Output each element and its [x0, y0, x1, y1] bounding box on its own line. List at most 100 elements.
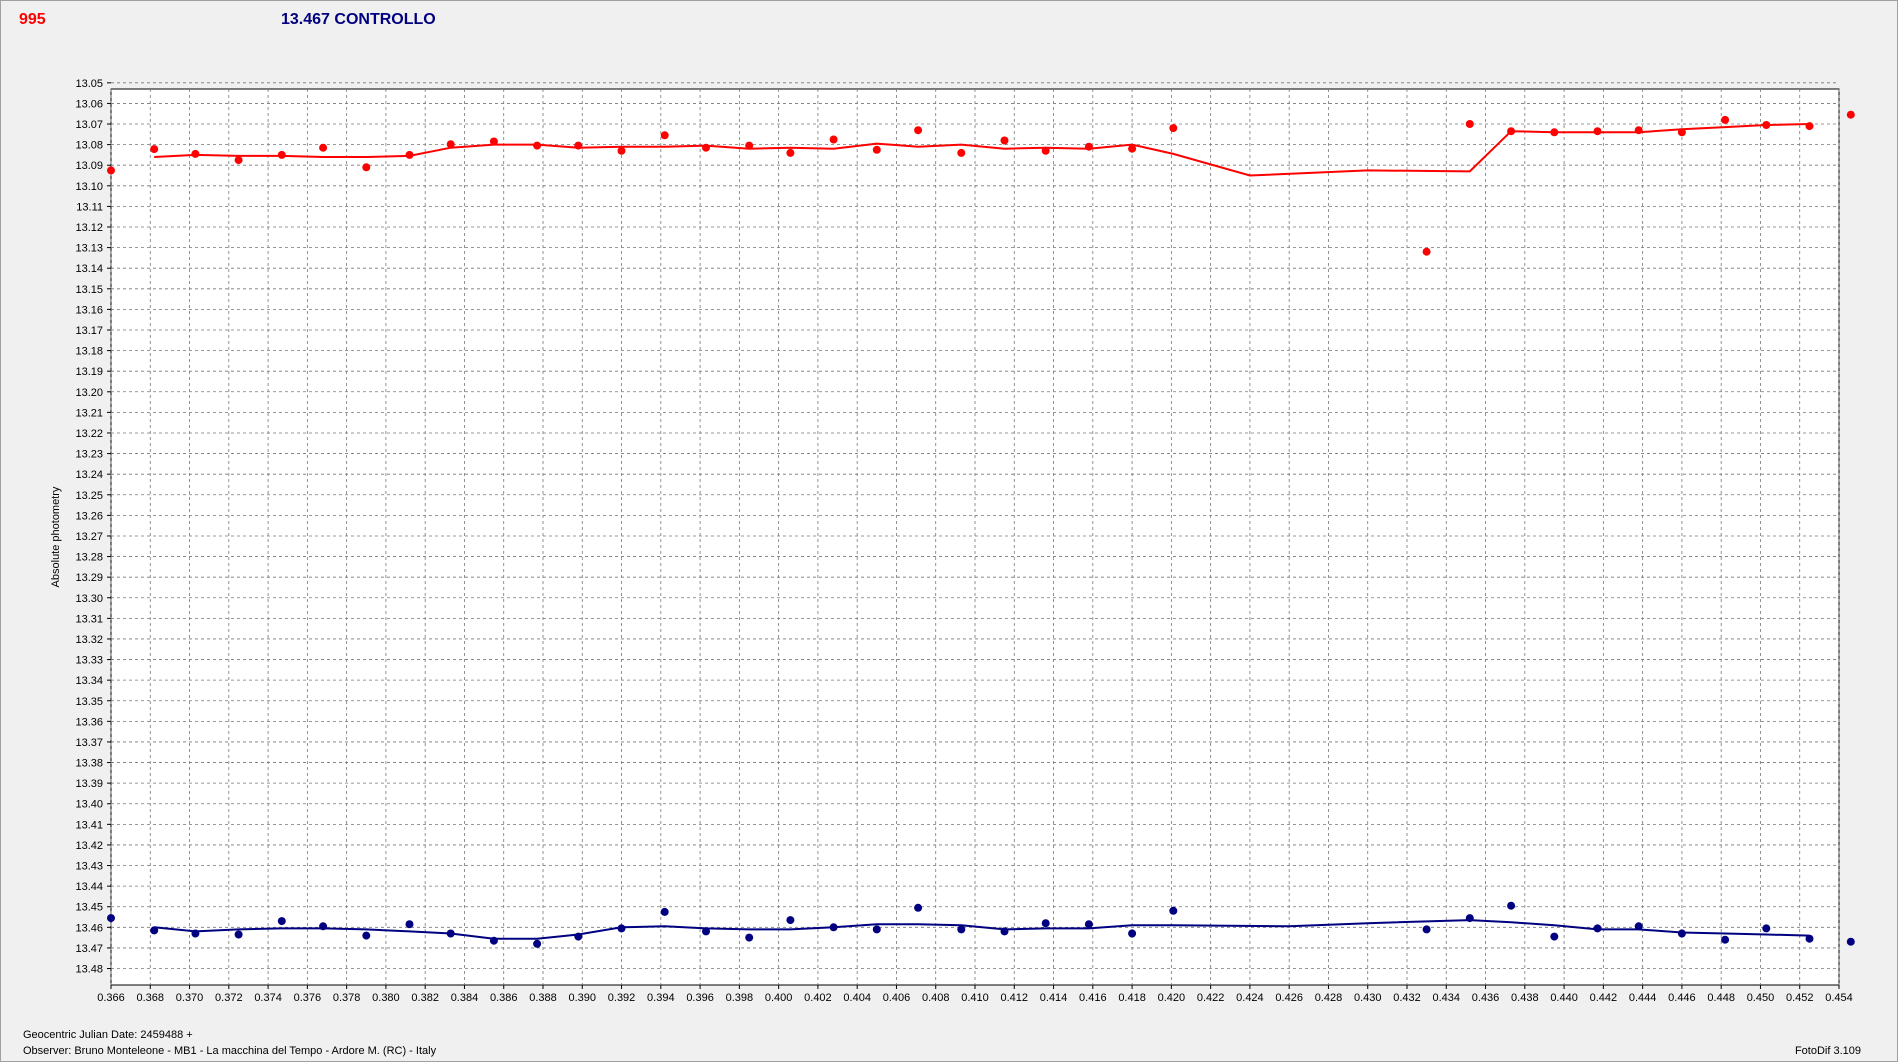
comparison-data-point — [1465, 914, 1474, 923]
comparison-data-point — [1846, 937, 1855, 946]
x-tick-label: 0.446 — [1668, 992, 1696, 1004]
y-tick-label: 13.37 — [75, 737, 103, 749]
comparison-data-point — [1422, 925, 1431, 934]
target-data-point — [150, 145, 159, 154]
target-data-point — [1422, 247, 1431, 256]
y-tick-label: 13.43 — [75, 861, 103, 873]
comparison-data-point — [191, 929, 200, 938]
x-tick-label: 0.366 — [97, 992, 125, 1004]
comparison-data-point — [957, 925, 966, 934]
target-data-point — [1677, 128, 1686, 137]
comparison-data-point — [1634, 922, 1643, 931]
target-data-point — [1507, 127, 1516, 136]
x-tick-label: 0.402 — [804, 992, 832, 1004]
y-tick-label: 13.15 — [75, 284, 103, 296]
comparison-data-point — [446, 929, 455, 938]
y-tick-label: 13.27 — [75, 531, 103, 543]
x-tick-label: 0.410 — [961, 992, 989, 1004]
x-tick-label: 0.454 — [1825, 992, 1853, 1004]
target-data-point — [1634, 126, 1643, 135]
y-tick-label: 13.42 — [75, 840, 103, 852]
comparison-data-point — [1084, 920, 1093, 929]
comparison-data-point — [786, 916, 795, 925]
y-tick-label: 13.29 — [75, 572, 103, 584]
y-tick-label: 13.23 — [75, 449, 103, 461]
x-tick-label: 0.426 — [1275, 992, 1303, 1004]
target-data-point — [1084, 142, 1093, 151]
x-tick-label: 0.406 — [883, 992, 911, 1004]
y-tick-label: 13.11 — [76, 201, 103, 213]
y-tick-label: 13.05 — [75, 78, 103, 90]
target-data-point — [489, 137, 498, 146]
target-data-point — [1000, 136, 1009, 145]
y-tick-label: 13.46 — [75, 922, 103, 934]
x-tick-label: 0.372 — [215, 992, 243, 1004]
x-tick-label: 0.420 — [1158, 992, 1186, 1004]
x-tick-label: 0.404 — [843, 992, 871, 1004]
target-data-point — [1128, 144, 1137, 153]
x-tick-label: 0.388 — [529, 992, 557, 1004]
x-tick-label: 0.430 — [1354, 992, 1382, 1004]
x-tick-label: 0.432 — [1393, 992, 1421, 1004]
x-tick-label: 0.376 — [294, 992, 322, 1004]
y-tick-label: 13.25 — [75, 490, 103, 502]
target-data-point — [1762, 121, 1771, 129]
x-tick-label: 0.448 — [1707, 992, 1735, 1004]
x-tick-label: 0.412 — [1001, 992, 1029, 1004]
x-tick-label: 0.408 — [922, 992, 950, 1004]
y-tick-label: 13.38 — [75, 758, 103, 770]
y-tick-label: 13.18 — [75, 346, 103, 358]
y-tick-label: 13.21 — [75, 407, 103, 419]
y-tick-label: 13.36 — [75, 716, 103, 728]
x-tick-label: 0.390 — [569, 992, 597, 1004]
y-tick-label: 13.06 — [75, 98, 103, 110]
target-data-point — [872, 145, 881, 154]
software-version-label: FotoDif 3.109 — [1794, 1045, 1861, 1057]
x-axis-ticks: 0.366 0.368 0.370 0.372 0.374 0.376 0.378 0.380… — [97, 985, 1853, 1004]
target-data-point — [362, 163, 371, 172]
target-data-point — [1041, 146, 1050, 155]
x-tick-label: 0.384 — [451, 992, 479, 1004]
observer-label: Observer: Bruno Monteleone - MB1 - La ma… — [23, 1045, 437, 1057]
x-tick-label: 0.436 — [1472, 992, 1500, 1004]
x-tick-label: 0.400 — [765, 992, 793, 1004]
y-axis-label: Absolute photometry — [50, 486, 62, 587]
x-tick-label: 0.378 — [333, 992, 361, 1004]
x-tick-label: 0.434 — [1433, 992, 1461, 1004]
comparison-data-point — [660, 907, 669, 916]
comparison-data-point — [405, 920, 414, 929]
y-tick-label: 13.47 — [75, 943, 103, 955]
y-tick-label: 13.48 — [75, 964, 103, 976]
comparison-data-point — [617, 924, 626, 933]
y-tick-label: 13.24 — [75, 469, 103, 481]
y-tick-label: 13.16 — [75, 304, 103, 316]
x-tick-label: 0.398 — [726, 992, 754, 1004]
target-data-point — [1169, 124, 1178, 133]
y-tick-label: 13.31 — [75, 613, 103, 625]
y-tick-label: 13.09 — [75, 160, 103, 172]
comparison-data-point — [107, 914, 115, 923]
target-data-point — [319, 143, 328, 152]
comparison-data-point — [872, 925, 881, 934]
target-data-point — [914, 126, 923, 135]
target-data-point — [1805, 122, 1814, 131]
x-tick-label: 0.392 — [608, 992, 636, 1004]
comparison-data-point — [1677, 929, 1686, 938]
x-tick-label: 0.370 — [176, 992, 204, 1004]
target-data-point — [1593, 127, 1602, 136]
target-data-point — [234, 156, 243, 165]
target-data-point — [574, 141, 583, 150]
chart-window: 995 13.467 CONTROLLO 13.05 13.06 13.07 13.0… — [0, 0, 1898, 1062]
comparison-data-point — [319, 922, 328, 931]
y-tick-label: 13.40 — [75, 799, 103, 811]
comparison-data-point — [829, 923, 838, 932]
x-tick-label: 0.444 — [1629, 992, 1657, 1004]
x-tick-label: 0.450 — [1747, 992, 1775, 1004]
x-tick-label: 0.452 — [1786, 992, 1814, 1004]
y-tick-label: 13.14 — [75, 263, 103, 275]
y-tick-label: 13.41 — [75, 819, 103, 831]
comparison-data-point — [1593, 924, 1602, 933]
comparison-data-point — [1762, 924, 1771, 933]
target-data-point — [1465, 120, 1474, 128]
comparison-data-point — [234, 930, 243, 939]
